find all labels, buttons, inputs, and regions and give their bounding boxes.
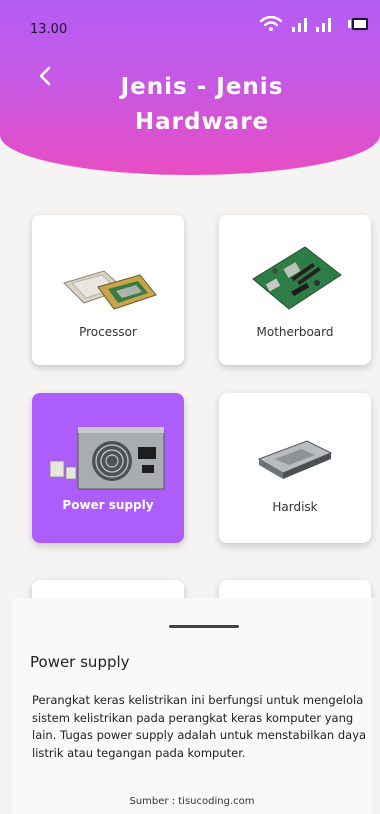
sheet-drag-handle[interactable] [169, 625, 239, 628]
hardisk-icon [257, 440, 333, 479]
power-supply-icon [50, 427, 165, 490]
screen: 13.00 Jenis - Jenis Hardware Processor M… [0, 0, 380, 814]
detail-title: Power supply [30, 653, 130, 671]
card-label: Power supply [62, 498, 154, 512]
detail-source: Sumber : tisucoding.com [129, 796, 255, 807]
page-title-line1: Jenis - Jenis [120, 74, 284, 100]
battery-icon [348, 18, 368, 30]
chevron-left-icon [39, 66, 51, 86]
detail-sheet: Power supply Perangkat keras kelistrikan… [12, 598, 372, 814]
back-button[interactable] [38, 66, 62, 94]
page-title-line2: Hardware [134, 109, 270, 135]
card-motherboard[interactable]: Motherboard [219, 215, 371, 365]
card-power-supply[interactable]: Power supply [32, 393, 184, 543]
signal-icon [292, 16, 338, 32]
card-hardisk[interactable]: Hardisk [219, 393, 371, 543]
processor-icon [63, 270, 157, 310]
card-label: Processor [79, 325, 137, 339]
card-partial-2[interactable] [219, 580, 371, 598]
detail-description: Perangkat keras kelistrikan ini berfungs… [32, 693, 367, 760]
card-processor[interactable]: Processor [32, 215, 184, 365]
card-partial-1[interactable] [32, 580, 184, 598]
card-label: Hardisk [272, 500, 318, 514]
motherboard-icon [252, 246, 342, 310]
header: 13.00 Jenis - Jenis Hardware [0, 0, 380, 175]
hardware-grid: Processor Motherboard Power supply Hardi… [0, 200, 380, 598]
card-label: Motherboard [256, 325, 334, 339]
status-time: 13.00 [30, 22, 68, 37]
page-title: Jenis - Jenis Hardware [70, 70, 334, 140]
status-icons [260, 16, 368, 32]
wifi-icon [260, 16, 282, 32]
